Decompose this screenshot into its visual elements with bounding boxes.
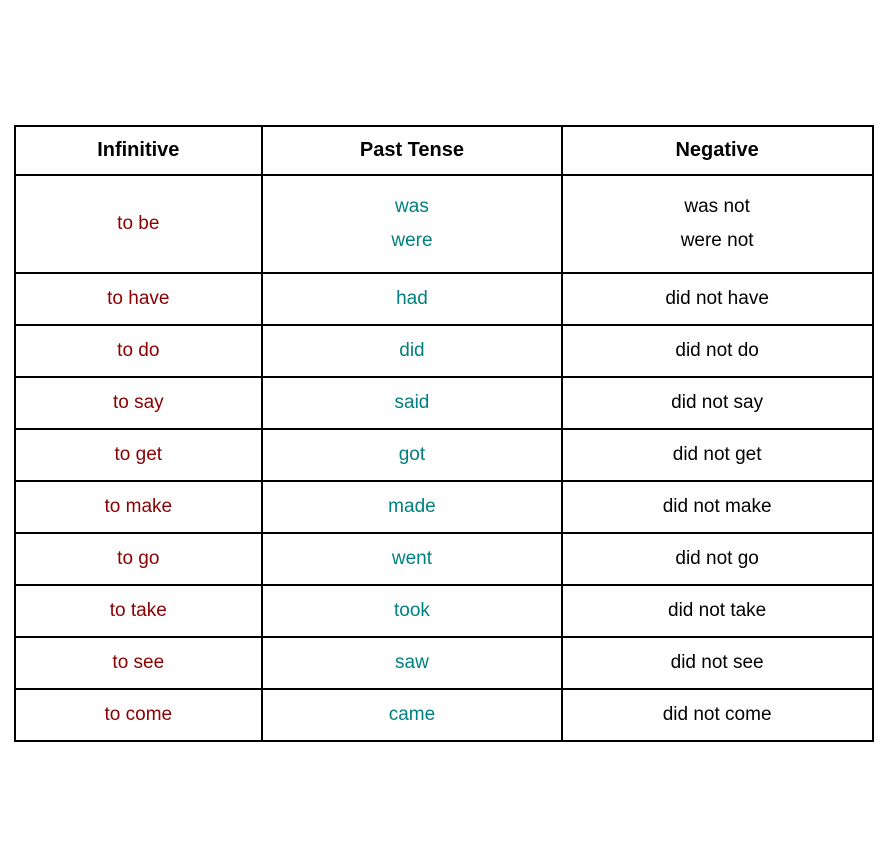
table-row: to taketookdid not take xyxy=(15,585,873,637)
table-container: Infinitive Past Tense Negative to bewasw… xyxy=(14,125,874,742)
header-infinitive: Infinitive xyxy=(15,126,263,175)
cell-infinitive-5: to make xyxy=(15,481,263,533)
cell-infinitive-6: to go xyxy=(15,533,263,585)
table-row: to comecamedid not come xyxy=(15,689,873,741)
table-row: to getgotdid not get xyxy=(15,429,873,481)
cell-negative-8: did not see xyxy=(562,637,873,689)
header-past-tense: Past Tense xyxy=(262,126,562,175)
cell-negative-2: did not do xyxy=(562,325,873,377)
cell-infinitive-4: to get xyxy=(15,429,263,481)
cell-negative-6: did not go xyxy=(562,533,873,585)
cell-negative-1: did not have xyxy=(562,273,873,325)
cell-past-tense-4: got xyxy=(262,429,562,481)
verb-table: Infinitive Past Tense Negative to bewasw… xyxy=(14,125,874,742)
table-row: to dodiddid not do xyxy=(15,325,873,377)
cell-negative-9: did not come xyxy=(562,689,873,741)
table-row: to bewaswerewas notwere not xyxy=(15,175,873,273)
cell-past-tense-8: saw xyxy=(262,637,562,689)
cell-past-tense-0: waswere xyxy=(262,175,562,273)
header-row: Infinitive Past Tense Negative xyxy=(15,126,873,175)
table-row: to havehaddid not have xyxy=(15,273,873,325)
cell-infinitive-7: to take xyxy=(15,585,263,637)
cell-infinitive-0: to be xyxy=(15,175,263,273)
cell-infinitive-2: to do xyxy=(15,325,263,377)
cell-infinitive-9: to come xyxy=(15,689,263,741)
table-row: to seesawdid not see xyxy=(15,637,873,689)
header-negative: Negative xyxy=(562,126,873,175)
cell-negative-5: did not make xyxy=(562,481,873,533)
cell-past-tense-6: went xyxy=(262,533,562,585)
cell-past-tense-2: did xyxy=(262,325,562,377)
cell-past-tense-5: made xyxy=(262,481,562,533)
cell-negative-3: did not say xyxy=(562,377,873,429)
cell-infinitive-8: to see xyxy=(15,637,263,689)
cell-infinitive-3: to say xyxy=(15,377,263,429)
cell-negative-7: did not take xyxy=(562,585,873,637)
cell-past-tense-1: had xyxy=(262,273,562,325)
cell-infinitive-1: to have xyxy=(15,273,263,325)
cell-negative-4: did not get xyxy=(562,429,873,481)
cell-negative-0: was notwere not xyxy=(562,175,873,273)
table-row: to gowentdid not go xyxy=(15,533,873,585)
table-row: to makemadedid not make xyxy=(15,481,873,533)
cell-past-tense-3: said xyxy=(262,377,562,429)
table-row: to saysaiddid not say xyxy=(15,377,873,429)
cell-past-tense-9: came xyxy=(262,689,562,741)
cell-past-tense-7: took xyxy=(262,585,562,637)
